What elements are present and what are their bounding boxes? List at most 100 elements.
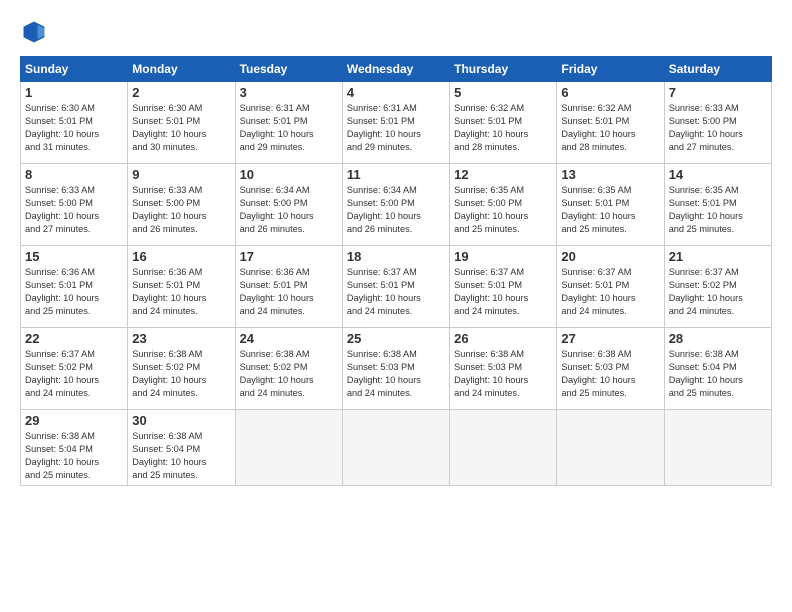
page: Sunday Monday Tuesday Wednesday Thursday… <box>0 0 792 612</box>
table-row: 15 Sunrise: 6:36 AM Sunset: 5:01 PM Dayli… <box>21 246 128 328</box>
day-number: 14 <box>669 167 767 182</box>
day-number: 17 <box>240 249 338 264</box>
calendar-table: Sunday Monday Tuesday Wednesday Thursday… <box>20 56 772 486</box>
day-info: Sunrise: 6:36 AM Sunset: 5:01 PM Dayligh… <box>25 266 123 318</box>
table-row: 4 Sunrise: 6:31 AM Sunset: 5:01 PM Daylig… <box>342 82 449 164</box>
day-number: 24 <box>240 331 338 346</box>
day-info: Sunrise: 6:33 AM Sunset: 5:00 PM Dayligh… <box>25 184 123 236</box>
day-number: 2 <box>132 85 230 100</box>
day-number: 9 <box>132 167 230 182</box>
calendar-week-row: 22 Sunrise: 6:37 AM Sunset: 5:02 PM Dayli… <box>21 328 772 410</box>
day-number: 7 <box>669 85 767 100</box>
table-row: 9 Sunrise: 6:33 AM Sunset: 5:00 PM Daylig… <box>128 164 235 246</box>
day-number: 29 <box>25 413 123 428</box>
table-row: 22 Sunrise: 6:37 AM Sunset: 5:02 PM Dayli… <box>21 328 128 410</box>
day-info: Sunrise: 6:38 AM Sunset: 5:02 PM Dayligh… <box>240 348 338 400</box>
table-row: 23 Sunrise: 6:38 AM Sunset: 5:02 PM Dayli… <box>128 328 235 410</box>
day-info: Sunrise: 6:37 AM Sunset: 5:01 PM Dayligh… <box>454 266 552 318</box>
day-info: Sunrise: 6:38 AM Sunset: 5:04 PM Dayligh… <box>132 430 230 482</box>
day-number: 18 <box>347 249 445 264</box>
day-number: 10 <box>240 167 338 182</box>
day-info: Sunrise: 6:35 AM Sunset: 5:00 PM Dayligh… <box>454 184 552 236</box>
calendar-header-row: Sunday Monday Tuesday Wednesday Thursday… <box>21 57 772 82</box>
day-number: 22 <box>25 331 123 346</box>
header <box>20 18 772 46</box>
table-row: 14 Sunrise: 6:35 AM Sunset: 5:01 PM Dayli… <box>664 164 771 246</box>
table-row: 30 Sunrise: 6:38 AM Sunset: 5:04 PM Dayli… <box>128 410 235 486</box>
day-info: Sunrise: 6:37 AM Sunset: 5:02 PM Dayligh… <box>25 348 123 400</box>
day-info: Sunrise: 6:31 AM Sunset: 5:01 PM Dayligh… <box>347 102 445 154</box>
day-info: Sunrise: 6:37 AM Sunset: 5:02 PM Dayligh… <box>669 266 767 318</box>
calendar-week-row: 8 Sunrise: 6:33 AM Sunset: 5:00 PM Daylig… <box>21 164 772 246</box>
table-row: 10 Sunrise: 6:34 AM Sunset: 5:00 PM Dayli… <box>235 164 342 246</box>
day-info: Sunrise: 6:35 AM Sunset: 5:01 PM Dayligh… <box>669 184 767 236</box>
table-row <box>557 410 664 486</box>
table-row: 13Sunrise: 6:35 AM Sunset: 5:01 PM Dayli… <box>557 164 664 246</box>
day-number: 8 <box>25 167 123 182</box>
day-info: Sunrise: 6:38 AM Sunset: 5:03 PM Dayligh… <box>561 348 659 400</box>
day-number: 1 <box>25 85 123 100</box>
day-number: 5 <box>454 85 552 100</box>
table-row: 5 Sunrise: 6:32 AM Sunset: 5:01 PM Daylig… <box>450 82 557 164</box>
table-row <box>235 410 342 486</box>
day-info: Sunrise: 6:30 AM Sunset: 5:01 PM Dayligh… <box>25 102 123 154</box>
table-row: 1 Sunrise: 6:30 AM Sunset: 5:01 PM Daylig… <box>21 82 128 164</box>
table-row <box>664 410 771 486</box>
table-row: 19 Sunrise: 6:37 AM Sunset: 5:01 PM Dayli… <box>450 246 557 328</box>
col-saturday: Saturday <box>664 57 771 82</box>
day-info: Sunrise: 6:36 AM Sunset: 5:01 PM Dayligh… <box>240 266 338 318</box>
col-thursday: Thursday <box>450 57 557 82</box>
day-info: Sunrise: 6:37 AM Sunset: 5:01 PM Dayligh… <box>347 266 445 318</box>
table-row: 18 Sunrise: 6:37 AM Sunset: 5:01 PM Dayli… <box>342 246 449 328</box>
day-number: 28 <box>669 331 767 346</box>
day-number: 15 <box>25 249 123 264</box>
table-row: 27Sunrise: 6:38 AM Sunset: 5:03 PM Dayli… <box>557 328 664 410</box>
table-row: 11Sunrise: 6:34 AM Sunset: 5:00 PM Dayli… <box>342 164 449 246</box>
day-number: 6 <box>561 85 659 100</box>
day-info: Sunrise: 6:31 AM Sunset: 5:01 PM Dayligh… <box>240 102 338 154</box>
calendar-week-row: 15 Sunrise: 6:36 AM Sunset: 5:01 PM Dayli… <box>21 246 772 328</box>
table-row: 24 Sunrise: 6:38 AM Sunset: 5:02 PM Dayli… <box>235 328 342 410</box>
table-row: 16Sunrise: 6:36 AM Sunset: 5:01 PM Dayli… <box>128 246 235 328</box>
day-number: 25 <box>347 331 445 346</box>
table-row: 6Sunrise: 6:32 AM Sunset: 5:01 PM Daylig… <box>557 82 664 164</box>
logo <box>20 18 52 46</box>
table-row <box>450 410 557 486</box>
day-number: 12 <box>454 167 552 182</box>
day-info: Sunrise: 6:38 AM Sunset: 5:02 PM Dayligh… <box>132 348 230 400</box>
day-info: Sunrise: 6:30 AM Sunset: 5:01 PM Dayligh… <box>132 102 230 154</box>
day-number: 26 <box>454 331 552 346</box>
table-row: 2 Sunrise: 6:30 AM Sunset: 5:01 PM Daylig… <box>128 82 235 164</box>
table-row: 25 Sunrise: 6:38 AM Sunset: 5:03 PM Dayli… <box>342 328 449 410</box>
table-row: 21Sunrise: 6:37 AM Sunset: 5:02 PM Dayli… <box>664 246 771 328</box>
day-info: Sunrise: 6:37 AM Sunset: 5:01 PM Dayligh… <box>561 266 659 318</box>
logo-icon <box>20 18 48 46</box>
col-monday: Monday <box>128 57 235 82</box>
day-number: 4 <box>347 85 445 100</box>
table-row <box>342 410 449 486</box>
table-row: 3 Sunrise: 6:31 AM Sunset: 5:01 PM Daylig… <box>235 82 342 164</box>
table-row: 12 Sunrise: 6:35 AM Sunset: 5:00 PM Dayli… <box>450 164 557 246</box>
day-info: Sunrise: 6:38 AM Sunset: 5:03 PM Dayligh… <box>454 348 552 400</box>
day-info: Sunrise: 6:38 AM Sunset: 5:03 PM Dayligh… <box>347 348 445 400</box>
table-row: 29 Sunrise: 6:38 AM Sunset: 5:04 PM Dayli… <box>21 410 128 486</box>
day-info: Sunrise: 6:33 AM Sunset: 5:00 PM Dayligh… <box>669 102 767 154</box>
day-number: 20 <box>561 249 659 264</box>
day-info: Sunrise: 6:38 AM Sunset: 5:04 PM Dayligh… <box>25 430 123 482</box>
day-number: 13 <box>561 167 659 182</box>
day-info: Sunrise: 6:32 AM Sunset: 5:01 PM Dayligh… <box>454 102 552 154</box>
day-info: Sunrise: 6:38 AM Sunset: 5:04 PM Dayligh… <box>669 348 767 400</box>
calendar-week-row: 1 Sunrise: 6:30 AM Sunset: 5:01 PM Daylig… <box>21 82 772 164</box>
table-row: 8 Sunrise: 6:33 AM Sunset: 5:00 PM Daylig… <box>21 164 128 246</box>
col-tuesday: Tuesday <box>235 57 342 82</box>
day-number: 23 <box>132 331 230 346</box>
day-info: Sunrise: 6:34 AM Sunset: 5:00 PM Dayligh… <box>240 184 338 236</box>
day-info: Sunrise: 6:33 AM Sunset: 5:00 PM Dayligh… <box>132 184 230 236</box>
day-info: Sunrise: 6:36 AM Sunset: 5:01 PM Dayligh… <box>132 266 230 318</box>
day-number: 11 <box>347 167 445 182</box>
table-row: 17 Sunrise: 6:36 AM Sunset: 5:01 PM Dayli… <box>235 246 342 328</box>
day-number: 3 <box>240 85 338 100</box>
day-number: 19 <box>454 249 552 264</box>
day-number: 30 <box>132 413 230 428</box>
col-sunday: Sunday <box>21 57 128 82</box>
